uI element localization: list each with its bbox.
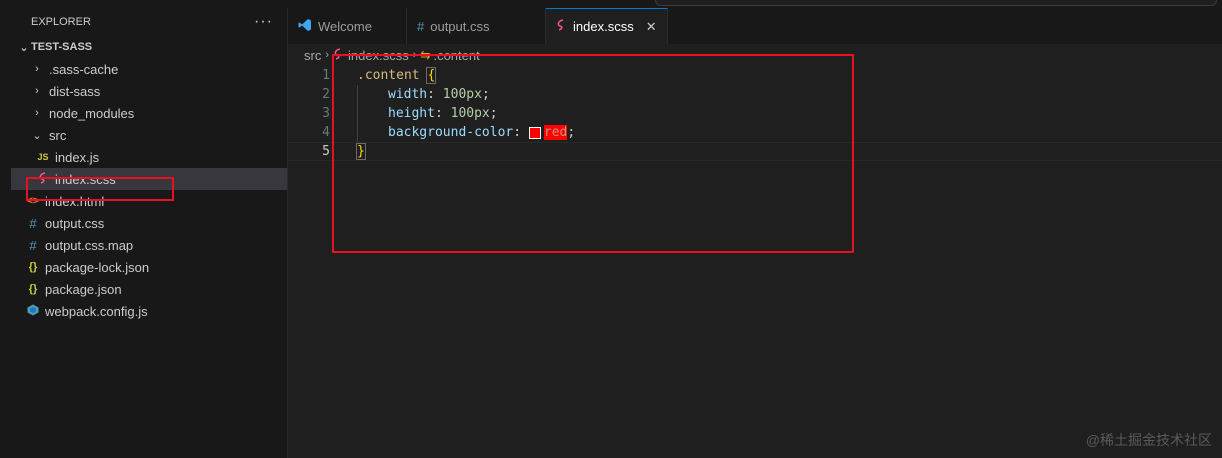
chevron-down-icon: ⌄ xyxy=(32,129,42,142)
css-property: background-color xyxy=(388,125,514,140)
line-number: 3 xyxy=(322,106,330,121)
more-actions-icon[interactable]: ··· xyxy=(254,13,273,31)
tree-file-index-js[interactable]: JS index.js xyxy=(11,146,287,168)
chevron-right-icon: › xyxy=(325,49,330,61)
project-section[interactable]: ⌄ TEST-SASS xyxy=(11,36,287,58)
tab-welcome[interactable]: Welcome xyxy=(288,8,407,44)
explorer-sidebar: EXPLORER ··· ⌄ TEST-SASS › .sass-cache ›… xyxy=(11,8,288,458)
tree-file-package-json[interactable]: {} package.json xyxy=(11,278,287,300)
tree-item-label: src xyxy=(49,127,67,143)
tab-output-css[interactable]: # output.css xyxy=(407,8,546,44)
json-icon: {} xyxy=(28,283,38,295)
css-value: 100px xyxy=(450,106,490,121)
css-value: red xyxy=(543,125,568,140)
tab-label: Welcome xyxy=(318,18,372,34)
tree-folder-dist-sass[interactable]: › dist-sass xyxy=(11,80,287,102)
tab-label: index.scss xyxy=(573,19,634,34)
color-swatch[interactable] xyxy=(528,126,541,139)
tree-file-index-html[interactable]: <> index.html xyxy=(11,190,287,212)
open-brace: { xyxy=(426,67,437,84)
line-number: 2 xyxy=(322,87,330,102)
webpack-icon xyxy=(25,304,41,319)
json-icon: {} xyxy=(28,261,38,273)
title-bar xyxy=(0,0,1222,8)
tree-item-label: output.css xyxy=(45,215,105,231)
css-property: height xyxy=(388,106,435,121)
tree-item-label: webpack.config.js xyxy=(45,303,148,319)
tree-item-label: package.json xyxy=(45,281,122,297)
breadcrumb: src › index.scss › ⇆ .content xyxy=(288,44,1222,66)
code-line-3: 3 height: 100px; xyxy=(288,104,1222,123)
vscode-icon xyxy=(298,18,312,35)
breadcrumb-folder[interactable]: src xyxy=(304,48,321,63)
sass-icon xyxy=(333,47,344,63)
chevron-right-icon: › xyxy=(35,85,39,97)
breadcrumb-file[interactable]: index.scss xyxy=(348,48,409,63)
css-value: 100px xyxy=(442,87,482,102)
colon: : xyxy=(427,87,435,102)
tab-bar: Welcome # output.css index.scss ✕ xyxy=(288,8,1222,44)
colon: : xyxy=(513,125,522,140)
tree-folder-node-modules[interactable]: › node_modules xyxy=(11,102,287,124)
tree-file-output-css[interactable]: # output.css xyxy=(11,212,287,234)
tree-item-label: index.js xyxy=(55,149,100,165)
css-property: width xyxy=(388,87,428,102)
close-icon[interactable]: ✕ xyxy=(646,19,657,35)
tree-file-webpack-config-js[interactable]: webpack.config.js xyxy=(11,300,287,322)
code-line-1: 1 .content { xyxy=(288,66,1222,85)
tree-item-label: .sass-cache xyxy=(49,61,119,77)
js-icon: JS xyxy=(37,152,49,162)
tab-label: output.css xyxy=(430,18,490,34)
tree-item-label: dist-sass xyxy=(49,83,101,99)
close-brace: } xyxy=(356,143,366,160)
chevron-right-icon: › xyxy=(35,63,39,75)
tree-folder-sass-cache[interactable]: › .sass-cache xyxy=(11,58,287,80)
css-icon: # xyxy=(417,18,425,34)
tree-item-label: index.html xyxy=(45,193,105,209)
code-line-4: 4 background-color: red; xyxy=(288,123,1222,142)
breadcrumb-symbol[interactable]: .content xyxy=(433,48,479,63)
code-editor[interactable]: 1 .content { 2 width: 100px; 3 height: 1… xyxy=(288,66,1222,161)
watermark: @稀土掘金技术社区 xyxy=(1085,432,1212,448)
semicolon: ; xyxy=(481,87,490,102)
tree-folder-src[interactable]: ⌄ src xyxy=(11,124,287,146)
colon: : xyxy=(434,106,443,121)
tree-item-label: node_modules xyxy=(49,105,135,121)
tree-file-index-scss[interactable]: index.scss xyxy=(11,168,287,190)
tree-file-output-css-map[interactable]: # output.css.map xyxy=(11,234,287,256)
semicolon: ; xyxy=(489,106,498,121)
css-selector: .content xyxy=(357,68,420,83)
activity-bar xyxy=(0,0,11,458)
command-center[interactable] xyxy=(655,0,1217,6)
symbol-class-icon: ⇆ xyxy=(420,48,431,62)
code-line-2: 2 width: 100px; xyxy=(288,85,1222,104)
explorer-header: EXPLORER ··· xyxy=(11,8,287,36)
css-icon: # xyxy=(29,215,37,231)
sass-icon xyxy=(35,171,51,187)
editor-area: Welcome # output.css index.scss ✕ src › … xyxy=(288,8,1222,458)
tree-item-label: index.scss xyxy=(55,171,116,187)
line-number: 4 xyxy=(322,125,330,140)
chevron-right-icon: › xyxy=(35,107,39,119)
line-number: 1 xyxy=(322,68,330,83)
code-line-5: 5 } xyxy=(288,142,1222,161)
tree-file-package-lock-json[interactable]: {} package-lock.json xyxy=(11,256,287,278)
tree-item-label: output.css.map xyxy=(45,237,134,253)
semicolon: ; xyxy=(567,125,576,140)
tab-index-scss[interactable]: index.scss ✕ xyxy=(546,8,668,44)
project-name: TEST-SASS xyxy=(31,41,93,53)
html-icon: <> xyxy=(26,195,40,207)
chevron-down-icon: ⌄ xyxy=(19,41,29,54)
chevron-right-icon: › xyxy=(412,49,417,61)
sass-icon xyxy=(556,19,567,34)
explorer-title: EXPLORER xyxy=(31,16,91,28)
css-icon: # xyxy=(29,237,37,253)
line-number: 5 xyxy=(322,144,330,159)
tree-item-label: package-lock.json xyxy=(45,259,150,275)
